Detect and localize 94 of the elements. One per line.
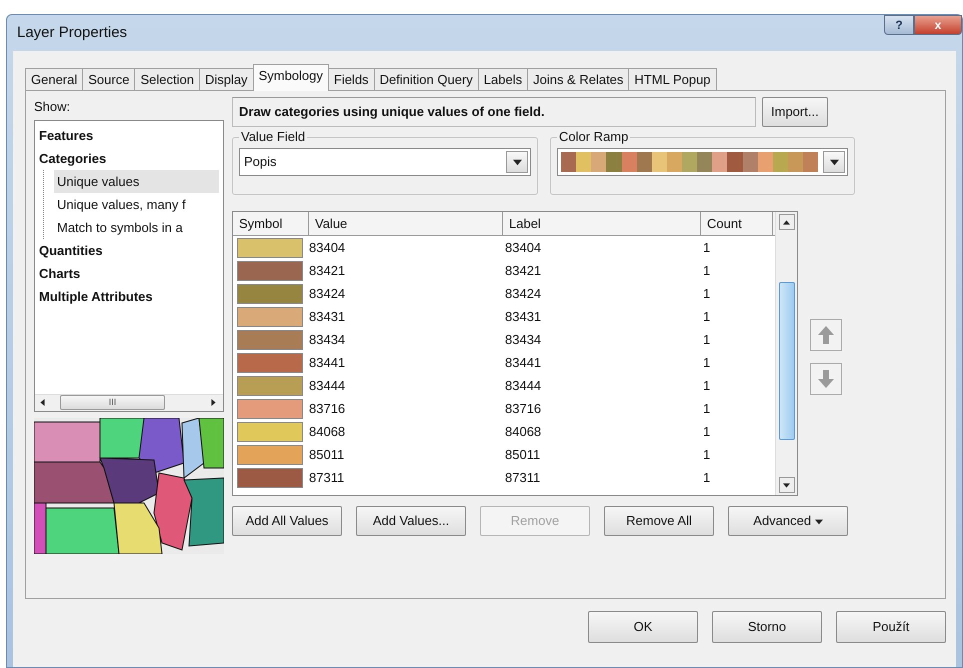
- tab[interactable]: Labels: [478, 68, 528, 91]
- dialog-button[interactable]: Použít: [836, 611, 946, 643]
- help-button[interactable]: ?: [884, 15, 914, 35]
- column-header[interactable]: Value: [309, 212, 503, 235]
- dropdown-arrow-icon[interactable]: [512, 158, 522, 166]
- tree-item[interactable]: Multiple Attributes: [39, 284, 219, 308]
- action-button[interactable]: Remove All: [604, 506, 714, 536]
- caret-icon: [814, 518, 823, 526]
- table-cell-text: 83424: [505, 284, 542, 303]
- description-text: Draw categories using unique values of one field.: [232, 97, 756, 127]
- column-header[interactable]: Count: [701, 212, 773, 235]
- table-cell-text: 83441: [309, 354, 346, 372]
- up-arrow-icon: [817, 325, 835, 345]
- dialog-button[interactable]: Storno: [712, 611, 822, 643]
- table-cell-text: 83421: [505, 262, 542, 280]
- table-cell-text: 83716: [309, 400, 346, 418]
- tree-item[interactable]: Charts: [39, 262, 219, 284]
- tree-item[interactable]: Categories: [39, 146, 219, 170]
- table-cell-text: 1: [703, 262, 712, 280]
- import-button[interactable]: Import...: [762, 97, 828, 127]
- window-title: Layer Properties: [17, 22, 128, 43]
- move-down-button[interactable]: [810, 363, 842, 395]
- tree-item[interactable]: Features: [39, 124, 219, 146]
- table-cell-text: 83404: [309, 238, 346, 257]
- table-cell-text: 1: [703, 308, 712, 326]
- table-cell-text: 1: [703, 400, 712, 418]
- tree-item[interactable]: Unique values: [54, 170, 219, 192]
- tree-item[interactable]: Quantities: [39, 238, 219, 262]
- symbol-swatch[interactable]: [237, 398, 303, 418]
- table-cell-text: 84068: [505, 422, 542, 441]
- symbol-swatch[interactable]: [237, 468, 303, 488]
- action-button[interactable]: Add Values...: [356, 506, 466, 536]
- table-cell-text: 83444: [309, 376, 346, 395]
- tab[interactable]: Fields: [328, 68, 375, 91]
- scroll-up-icon[interactable]: [783, 218, 790, 226]
- column-header[interactable]: Label: [503, 212, 701, 235]
- tab[interactable]: Symbology: [252, 64, 329, 91]
- close-button[interactable]: x: [914, 15, 962, 35]
- table-cell-text: 83441: [505, 354, 542, 372]
- table-cell-text: 83434: [309, 330, 346, 349]
- table-cell-text: 87311: [505, 468, 542, 487]
- table-cell-text: 1: [703, 422, 712, 441]
- symbol-swatch[interactable]: [237, 352, 303, 372]
- value-field-dropdown[interactable]: Popis: [239, 148, 531, 176]
- column-header[interactable]: Symbol: [233, 212, 309, 235]
- table-cell-text: 83431: [505, 308, 542, 326]
- dialog-button[interactable]: OK: [588, 611, 698, 643]
- table-cell-text: 83431: [309, 308, 346, 326]
- table-cell-text: 83716: [505, 400, 542, 418]
- table-cell-text: 85011: [505, 446, 542, 464]
- symbol-swatch[interactable]: [237, 444, 303, 464]
- table-cell-text: 83434: [505, 330, 542, 349]
- scroll-right-icon[interactable]: [210, 399, 217, 406]
- dropdown-arrow-icon[interactable]: [830, 158, 838, 166]
- move-up-button[interactable]: [810, 319, 842, 351]
- table-cell-text: 83421: [309, 262, 346, 280]
- tab[interactable]: Joins & Relates: [527, 68, 630, 91]
- tab[interactable]: Display: [198, 68, 254, 91]
- table-cell-text: 83444: [505, 376, 542, 395]
- table-cell-text: 87311: [309, 468, 346, 487]
- table-cell-text: 85011: [309, 446, 346, 464]
- scroll-left-icon[interactable]: [39, 399, 46, 406]
- tree-item[interactable]: Match to symbols in a: [54, 216, 219, 238]
- symbol-swatch[interactable]: [237, 330, 303, 350]
- symbol-swatch[interactable]: [237, 284, 303, 304]
- table-cell-text: 1: [703, 354, 712, 372]
- tab[interactable]: HTML Popup: [628, 68, 717, 91]
- tab[interactable]: Selection: [134, 68, 200, 91]
- table-cell-text: 84068: [309, 422, 346, 441]
- scrollbar-thumb[interactable]: III: [60, 395, 165, 410]
- down-arrow-icon: [817, 369, 835, 389]
- table-cell-text: 1: [703, 468, 712, 487]
- action-button[interactable]: Add All Values: [232, 506, 342, 536]
- tab[interactable]: General: [25, 68, 84, 91]
- color-ramp-dropdown[interactable]: [557, 148, 848, 176]
- symbol-swatch[interactable]: [237, 260, 303, 280]
- symbol-swatch[interactable]: [237, 306, 303, 326]
- show-label: Show:: [34, 98, 72, 116]
- scrollbar-thumb[interactable]: [778, 282, 794, 440]
- table-cell-text: 83424: [309, 284, 346, 303]
- symbol-swatch[interactable]: [237, 422, 303, 442]
- table-cell-text: 83404: [505, 238, 542, 257]
- table-cell-text: 1: [703, 238, 712, 257]
- symbol-swatch[interactable]: [237, 376, 303, 396]
- table-cell-text: 1: [703, 330, 712, 349]
- table-cell-text: 1: [703, 284, 712, 303]
- table-cell-text: 1: [703, 446, 712, 464]
- tab[interactable]: Source: [82, 68, 136, 91]
- tree-item[interactable]: Unique values, many f: [54, 192, 219, 216]
- tab[interactable]: Definition Query: [374, 68, 479, 91]
- table-cell-text: 1: [703, 376, 712, 395]
- scroll-down-icon[interactable]: [783, 482, 790, 488]
- symbol-swatch[interactable]: [237, 238, 303, 258]
- advanced-button[interactable]: Advanced: [728, 506, 848, 536]
